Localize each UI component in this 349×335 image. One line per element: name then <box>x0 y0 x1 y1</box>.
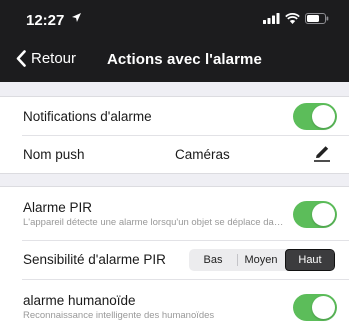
pir-alarm-description: L'appareil détecte une alarme lorsqu'un … <box>23 217 285 228</box>
pir-sensitivity-label: Sensibilité d'alarme PIR <box>23 252 166 267</box>
detection-section: Alarme PIR L'appareil détecte une alarme… <box>0 186 349 335</box>
battery-icon <box>305 13 329 24</box>
notifications-toggle[interactable] <box>293 103 337 130</box>
status-bar: 12:27 <box>0 0 349 36</box>
page-title: Actions avec l'alarme <box>107 51 262 68</box>
location-arrow-icon <box>72 13 81 22</box>
notifications-row: Notifications d'alarme <box>0 97 349 135</box>
humanoid-alarm-label: alarme humanoïde <box>23 293 136 308</box>
pir-alarm-row: Alarme PIR L'appareil détecte une alarme… <box>0 187 349 240</box>
navigation-bar: Retour Actions avec l'alarme <box>0 36 349 82</box>
wifi-icon <box>285 13 300 24</box>
status-time: 12:27 <box>26 12 65 29</box>
edit-pencil-icon[interactable] <box>313 144 331 162</box>
pir-alarm-label: Alarme PIR <box>23 200 93 215</box>
status-indicators <box>263 13 329 24</box>
pir-alarm-toggle[interactable] <box>293 201 337 228</box>
sensitivity-low-option[interactable]: Bas <box>189 249 237 271</box>
back-button[interactable]: Retour <box>16 50 76 67</box>
back-label: Retour <box>31 50 77 67</box>
push-name-row: Nom push Caméras <box>0 136 349 173</box>
humanoid-alarm-toggle[interactable] <box>293 294 337 321</box>
pir-sensitivity-row: Sensibilité d'alarme PIR Bas Moyen Haut <box>0 241 349 279</box>
sensitivity-medium-option[interactable]: Moyen <box>237 249 285 271</box>
notifications-section: Notifications d'alarme Nom push Caméras <box>0 96 349 174</box>
humanoid-alarm-description: Reconnaissance intelligente des humanoïd… <box>23 310 215 321</box>
push-name-label: Nom push <box>23 147 85 162</box>
cellular-signal-icon <box>263 13 280 24</box>
push-name-value: Caméras <box>175 147 230 162</box>
notifications-label: Notifications d'alarme <box>23 109 152 124</box>
sensitivity-segmented-control: Bas Moyen Haut <box>189 249 335 271</box>
humanoid-alarm-row: alarme humanoïde Reconnaissance intellig… <box>0 280 349 335</box>
sensitivity-high-option[interactable]: Haut <box>285 249 335 271</box>
chevron-left-icon <box>16 50 26 67</box>
